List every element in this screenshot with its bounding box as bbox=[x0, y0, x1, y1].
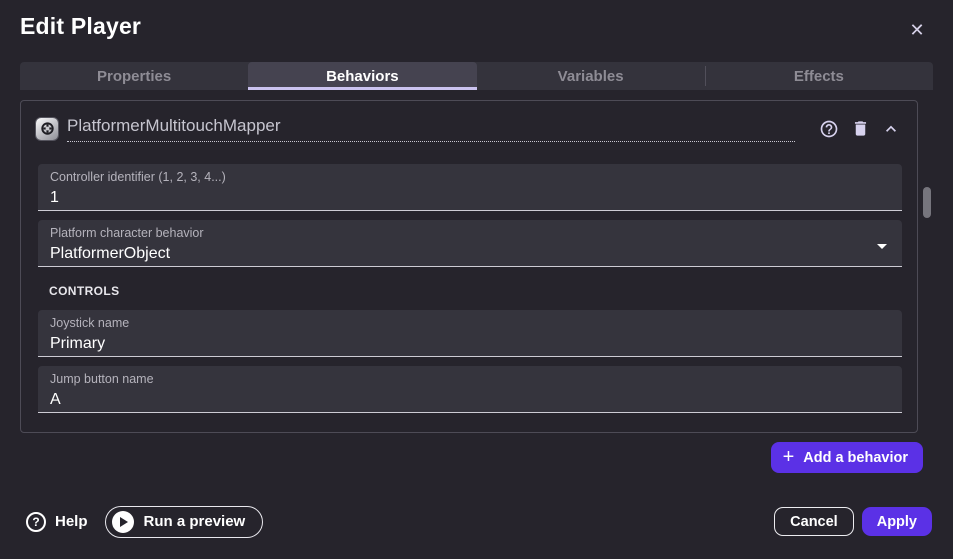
field-label: Jump button name bbox=[50, 372, 890, 387]
tab-bar: Properties Behaviors Variables Effects bbox=[20, 62, 933, 90]
behavior-panel: PlatformerMultitouchMapper Controller id… bbox=[20, 100, 918, 433]
chevron-up-icon[interactable] bbox=[880, 118, 902, 140]
help-icon[interactable] bbox=[818, 118, 840, 140]
gamepad-behavior-icon bbox=[36, 118, 58, 140]
controls-section-label: CONTROLS bbox=[49, 284, 902, 298]
apply-button[interactable]: Apply bbox=[862, 507, 932, 536]
behavior-fields: Controller identifier (1, 2, 3, 4...) 1 … bbox=[21, 145, 917, 413]
behavior-header: PlatformerMultitouchMapper bbox=[21, 101, 917, 145]
help-label: Help bbox=[55, 513, 88, 530]
page-title: Edit Player bbox=[20, 13, 141, 40]
run-preview-button[interactable]: Run a preview bbox=[105, 506, 264, 538]
scrollbar-thumb[interactable] bbox=[923, 187, 931, 218]
trash-icon[interactable] bbox=[849, 118, 871, 140]
tab-properties[interactable]: Properties bbox=[20, 62, 248, 90]
tab-variables[interactable]: Variables bbox=[477, 62, 705, 90]
behavior-name-input[interactable]: PlatformerMultitouchMapper bbox=[67, 116, 795, 142]
question-circle-icon: ? bbox=[26, 512, 46, 532]
field-value: PlatformerObject bbox=[50, 243, 890, 264]
field-label: Controller identifier (1, 2, 3, 4...) bbox=[50, 170, 890, 185]
platform-character-behavior-select[interactable]: Platform character behavior PlatformerOb… bbox=[38, 220, 902, 267]
dropdown-arrow-icon bbox=[870, 234, 894, 258]
cancel-button[interactable]: Cancel bbox=[774, 507, 854, 536]
add-behavior-label: Add a behavior bbox=[803, 450, 908, 466]
field-label: Joystick name bbox=[50, 316, 890, 331]
tab-effects[interactable]: Effects bbox=[705, 62, 933, 90]
controller-identifier-field[interactable]: Controller identifier (1, 2, 3, 4...) 1 bbox=[38, 164, 902, 211]
tab-behaviors[interactable]: Behaviors bbox=[248, 62, 476, 90]
play-icon bbox=[112, 511, 134, 533]
run-preview-label: Run a preview bbox=[144, 513, 246, 530]
plus-icon: + bbox=[783, 447, 795, 467]
field-value: A bbox=[50, 389, 890, 410]
footer-bar: ? Help Run a preview Cancel Apply bbox=[26, 505, 932, 538]
jump-button-name-field[interactable]: Jump button name A bbox=[38, 366, 902, 413]
joystick-name-field[interactable]: Joystick name Primary bbox=[38, 310, 902, 357]
field-label: Platform character behavior bbox=[50, 226, 890, 241]
close-icon[interactable]: ✕ bbox=[905, 18, 929, 42]
field-value: Primary bbox=[50, 333, 890, 354]
add-behavior-button[interactable]: + Add a behavior bbox=[771, 442, 923, 473]
field-value: 1 bbox=[50, 187, 890, 208]
help-button[interactable]: ? Help bbox=[26, 512, 88, 532]
